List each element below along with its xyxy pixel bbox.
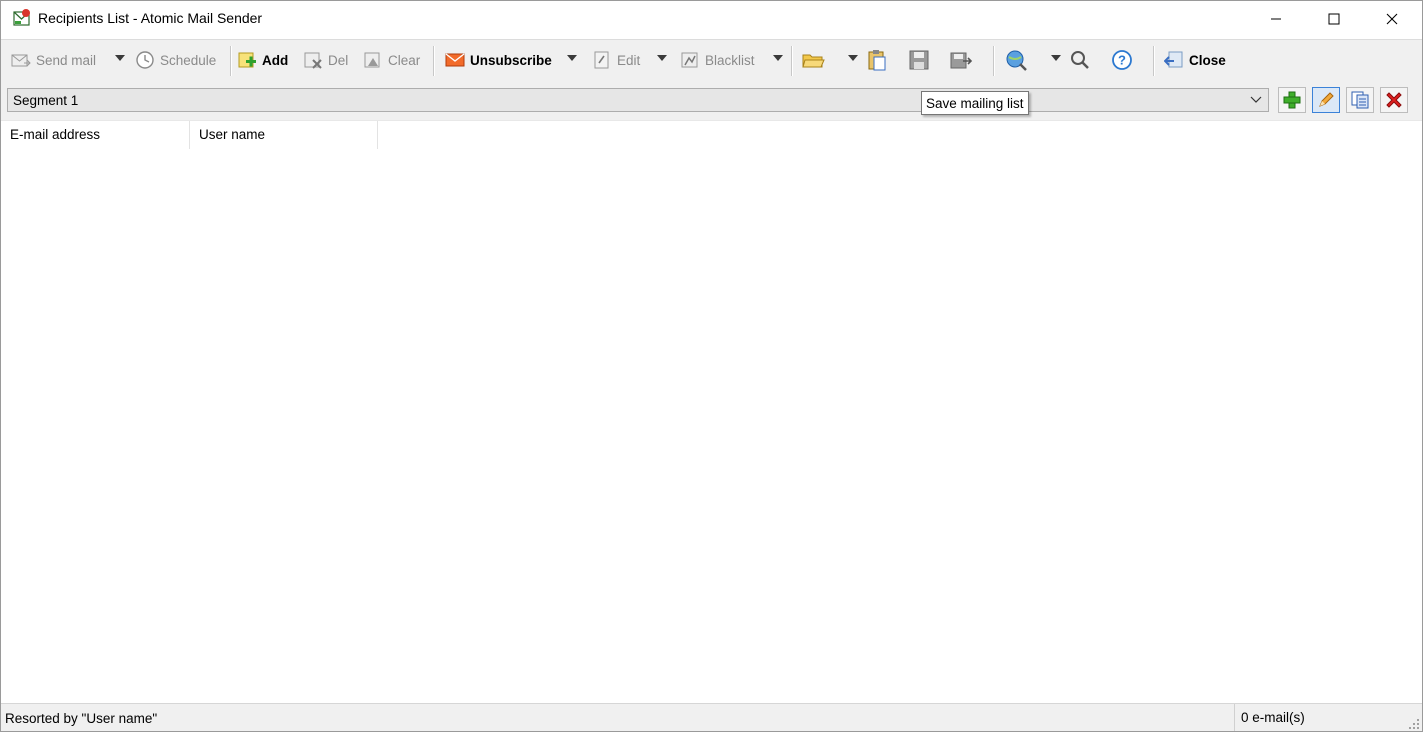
delete-segment-button[interactable] (1380, 87, 1408, 113)
clock-icon (136, 51, 154, 69)
save-button[interactable] (907, 48, 931, 72)
status-bar: Resorted by "User name" 0 e-mail(s) (1, 703, 1422, 731)
sort-status: Resorted by "User name" (5, 711, 158, 726)
resize-grip-icon[interactable] (1408, 718, 1420, 730)
edit-segment-button[interactable] (1312, 87, 1340, 113)
segment-bar: Segment 1 (1, 80, 1422, 120)
maximize-icon (1328, 13, 1340, 25)
search-globe-icon (1006, 50, 1027, 71)
save-as-button[interactable] (949, 48, 973, 72)
toolbar-separator (993, 46, 995, 76)
recipients-table[interactable]: E-mail address User name (1, 120, 1422, 703)
unsubscribe-label: Unsubscribe (470, 52, 552, 68)
send-mail-label: Send mail (36, 52, 97, 68)
edit-button[interactable]: Edit (592, 49, 640, 71)
chevron-down-icon (1250, 96, 1262, 103)
window-title: Recipients List - Atomic Mail Sender (38, 10, 263, 26)
pencil-icon (1319, 92, 1334, 107)
find-icon (1071, 51, 1089, 69)
segment-value: Segment 1 (13, 93, 79, 108)
recipients-list-window: Recipients List - Atomic Mail Sender Sen… (0, 0, 1423, 732)
plus-icon (1283, 91, 1301, 109)
del-button[interactable]: Del (303, 49, 348, 71)
send-mail-icon (11, 54, 31, 67)
red-x-icon (1386, 92, 1402, 108)
send-mail-button[interactable]: Send mail (11, 49, 96, 71)
column-header-username-label: User name (199, 127, 266, 142)
toolbar-separator (791, 46, 793, 76)
close-list-icon (1164, 51, 1183, 68)
column-header-email-label: E-mail address (10, 127, 101, 142)
close-icon (1386, 13, 1398, 25)
unsubscribe-icon (445, 53, 465, 67)
edit-label: Edit (617, 52, 641, 68)
svg-text:?: ? (1118, 53, 1126, 68)
column-header-username[interactable]: User name (190, 121, 378, 149)
main-toolbar: Send mail Schedule Add Del Clear Unsubsc… (1, 39, 1422, 81)
open-folder-icon (802, 54, 825, 68)
find-button[interactable] (1068, 48, 1092, 72)
close-window-button[interactable] (1363, 1, 1421, 37)
clear-label: Clear (388, 52, 421, 68)
add-icon (238, 52, 256, 68)
send-mail-dropdown[interactable] (115, 55, 125, 61)
help-icon: ? (1112, 50, 1132, 70)
clear-icon (364, 52, 380, 68)
help-button[interactable]: ? (1110, 48, 1134, 72)
email-count: 0 e-mail(s) (1234, 704, 1404, 731)
copy-icon (1351, 91, 1369, 109)
search-dropdown[interactable] (1051, 55, 1061, 61)
blacklist-icon (681, 52, 698, 68)
title-bar: Recipients List - Atomic Mail Sender (1, 1, 1422, 37)
maximize-button[interactable] (1305, 1, 1363, 37)
segment-select[interactable]: Segment 1 (7, 88, 1269, 112)
close-list-button[interactable]: Close (1164, 49, 1226, 71)
blacklist-label: Blacklist (705, 52, 755, 68)
minimize-button[interactable] (1247, 1, 1305, 37)
clear-button[interactable]: Clear (363, 49, 420, 71)
add-button[interactable]: Add (237, 49, 288, 71)
paste-button[interactable] (865, 48, 889, 72)
minimize-icon (1271, 18, 1281, 20)
app-icon (12, 8, 32, 28)
open-button[interactable] (801, 48, 825, 72)
blacklist-dropdown[interactable] (773, 55, 783, 61)
unsubscribe-dropdown[interactable] (567, 55, 577, 61)
close-label: Close (1189, 52, 1226, 68)
schedule-label: Schedule (160, 52, 217, 68)
add-segment-button[interactable] (1278, 87, 1306, 113)
copy-segment-button[interactable] (1346, 87, 1374, 113)
add-label: Add (262, 52, 289, 68)
toolbar-separator (230, 46, 232, 76)
tooltip: Save mailing list (921, 91, 1029, 115)
save-as-icon (950, 52, 973, 69)
save-icon (909, 50, 929, 70)
blacklist-button[interactable]: Blacklist (680, 49, 755, 71)
toolbar-separator (1153, 46, 1155, 76)
edit-dropdown[interactable] (657, 55, 667, 61)
edit-icon (594, 51, 609, 69)
schedule-button[interactable]: Schedule (135, 49, 216, 71)
del-label: Del (328, 52, 349, 68)
unsubscribe-button[interactable]: Unsubscribe (445, 49, 552, 71)
delete-icon (304, 52, 322, 69)
paste-icon (868, 50, 886, 71)
toolbar-separator (433, 46, 435, 76)
open-dropdown[interactable] (848, 55, 858, 61)
search-globe-button[interactable] (1004, 48, 1028, 72)
column-header-email[interactable]: E-mail address (1, 121, 190, 149)
